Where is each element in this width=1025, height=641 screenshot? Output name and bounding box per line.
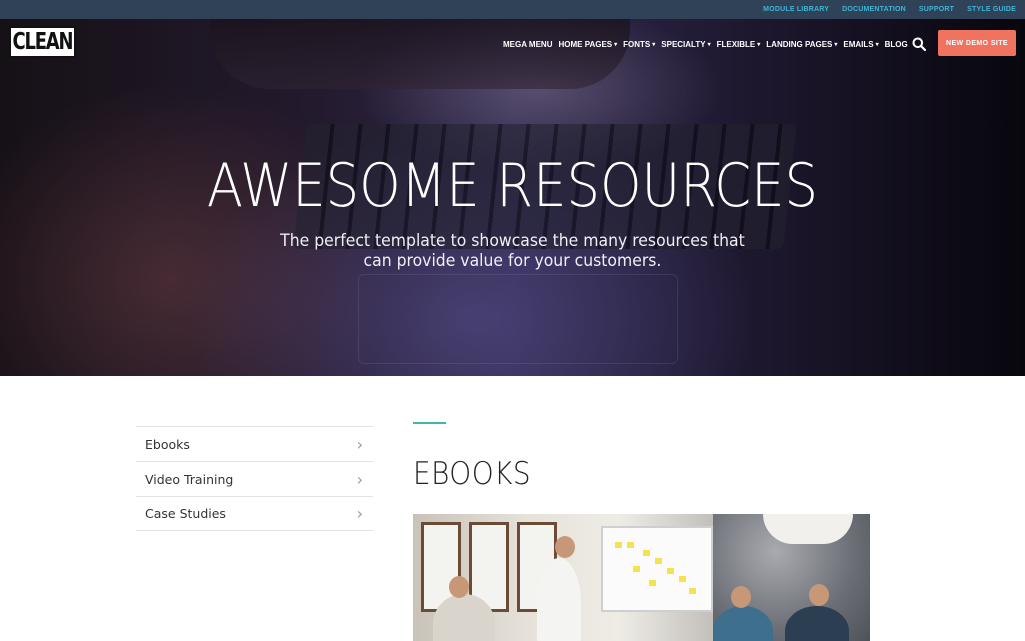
hero-banner: CLEAN MEGA MENU HOME PAGES ▾ FONTS ▾ SPE… bbox=[0, 19, 1025, 376]
chevron-right-icon: › bbox=[356, 504, 363, 523]
sidebar-item-case-studies[interactable]: Case Studies › bbox=[136, 496, 373, 531]
chevron-down-icon: ▾ bbox=[757, 41, 761, 48]
team-meeting-photo bbox=[413, 514, 870, 641]
nav-item-mega-menu[interactable]: MEGA MENU bbox=[503, 40, 552, 49]
nav-item-fonts[interactable]: FONTS ▾ bbox=[623, 40, 655, 49]
whiteboard bbox=[601, 526, 713, 612]
nav-item-emails[interactable]: EMAILS ▾ bbox=[843, 40, 878, 49]
resource-category-list: Ebooks › Video Training › Case Studies › bbox=[136, 426, 373, 531]
chevron-down-icon: ▾ bbox=[834, 41, 838, 48]
sidebar-item-video-training[interactable]: Video Training › bbox=[136, 461, 373, 496]
chevron-right-icon: › bbox=[356, 434, 363, 454]
search-icon[interactable] bbox=[912, 37, 926, 51]
new-demo-site-button[interactable]: NEW DEMO SITE bbox=[938, 30, 1016, 56]
hero-subtitle: The perfect template to showcase the man… bbox=[280, 231, 745, 271]
nav-item-home-pages[interactable]: HOME PAGES ▾ bbox=[558, 40, 617, 49]
chevron-down-icon: ▾ bbox=[614, 41, 618, 48]
nav-item-specialty[interactable]: SPECIALTY ▾ bbox=[661, 40, 710, 49]
style-guide-link[interactable]: STYLE GUIDE bbox=[967, 6, 1016, 13]
nav-item-blog[interactable]: BLOG bbox=[885, 40, 908, 49]
utility-bar: MODULE LIBRARY DOCUMENTATION SUPPORT STY… bbox=[0, 0, 1025, 19]
site-logo[interactable]: CLEAN bbox=[9, 26, 76, 58]
section-title: EBOOKS bbox=[413, 456, 532, 492]
main-nav: MEGA MENU HOME PAGES ▾ FONTS ▾ SPECIALTY… bbox=[503, 40, 908, 49]
documentation-link[interactable]: DOCUMENTATION bbox=[842, 6, 906, 13]
support-link[interactable]: SUPPORT bbox=[919, 6, 954, 13]
chevron-down-icon: ▾ bbox=[707, 41, 711, 48]
nav-item-landing-pages[interactable]: LANDING PAGES ▾ bbox=[766, 40, 837, 49]
chevron-down-icon: ▾ bbox=[875, 41, 879, 48]
nav-item-flexible[interactable]: FLEXIBLE ▾ bbox=[717, 40, 761, 49]
chevron-right-icon: › bbox=[356, 469, 363, 489]
section-accent-line bbox=[413, 422, 446, 424]
module-library-link[interactable]: MODULE LIBRARY bbox=[763, 6, 829, 13]
chevron-down-icon: ▾ bbox=[652, 41, 656, 48]
sidebar-item-ebooks[interactable]: Ebooks › bbox=[136, 426, 373, 461]
hero-title: AWESOME RESOURCES bbox=[206, 151, 819, 221]
